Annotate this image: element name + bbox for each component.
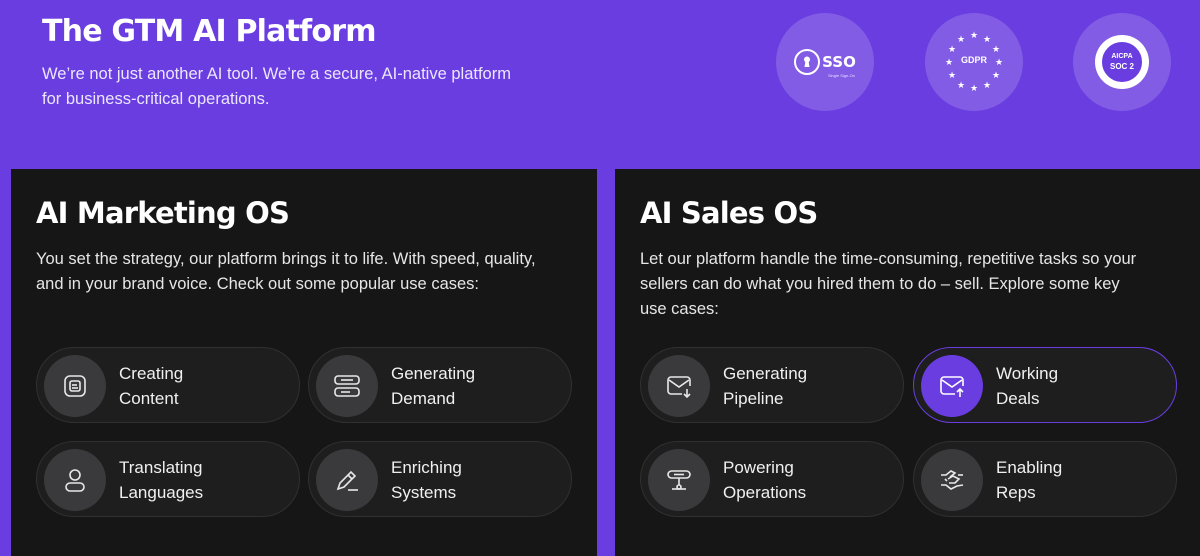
sales-os-panel: AI Sales OS Let our platform handle the … <box>615 169 1200 556</box>
stacked-bars-icon <box>316 355 378 417</box>
soc2-label: SOC 2 <box>1109 62 1134 71</box>
card-label-line2: Systems <box>391 483 457 502</box>
gdpr-label: GDPR <box>960 55 987 65</box>
document-icon <box>44 355 106 417</box>
card-creating-content[interactable]: Creating Content <box>36 347 300 423</box>
card-label-line1: Powering <box>723 458 794 477</box>
card-label-line1: Creating <box>119 364 184 383</box>
keyhole-icon <box>794 49 821 75</box>
card-enriching-systems[interactable]: Enriching Systems <box>308 441 572 517</box>
card-label-line1: Generating <box>391 364 476 383</box>
person-icon <box>44 449 106 511</box>
card-label-line1: Working <box>996 364 1059 383</box>
card-label-line1: Translating <box>119 458 203 477</box>
sales-description: Let our platform handle the time-consumi… <box>640 250 1137 318</box>
gdpr-badge: ★ ★ ★ ★ ★ ★ ★ ★ ★ ★ ★ ★ GDPR <box>925 13 1023 111</box>
card-label-line2: Demand <box>391 389 456 408</box>
mail-down-icon <box>648 355 710 417</box>
marketing-description: You set the strategy, our platform bring… <box>36 250 536 293</box>
eu-stars-icon: ★ ★ ★ ★ ★ ★ ★ ★ ★ ★ ★ ★ GDPR <box>945 30 1004 93</box>
soc2-badge: AICPA SOC 2 <box>1073 13 1171 111</box>
sso-sublabel: Single Sign-On <box>828 73 855 78</box>
card-label-line2: Deals <box>996 389 1040 408</box>
page-title: The GTM AI Platform <box>42 14 376 49</box>
card-label-line2: Pipeline <box>723 389 784 408</box>
card-enabling-reps[interactable]: Enabling Reps <box>913 441 1177 517</box>
mail-up-icon <box>921 355 983 417</box>
card-label-line2: Languages <box>119 483 204 502</box>
card-translating-languages[interactable]: Translating Languages <box>36 441 300 517</box>
card-label-line1: Enabling <box>996 458 1063 477</box>
marketing-title: AI Marketing OS <box>36 196 290 230</box>
sso-badge: SSO Single Sign-On <box>776 13 874 111</box>
hero-section: The GTM AI Platform We’re not just anoth… <box>42 12 602 112</box>
sales-title: AI Sales OS <box>640 196 818 230</box>
card-working-deals[interactable]: Working Deals <box>913 347 1177 423</box>
card-label-line1: Enriching <box>391 458 462 477</box>
card-label-line2: Operations <box>723 483 807 502</box>
card-label-line2: Reps <box>996 483 1036 502</box>
aicpa-label: AICPA <box>1111 53 1133 60</box>
handshake-icon <box>921 449 983 511</box>
marketing-os-panel: AI Marketing OS You set the strategy, ou… <box>11 169 597 556</box>
flow-icon <box>648 449 710 511</box>
card-powering-operations[interactable]: Powering Operations <box>640 441 904 517</box>
page-subtitle: We’re not just another AI tool. We’re a … <box>42 65 511 108</box>
pencil-icon <box>316 449 378 511</box>
card-label-line1: Generating <box>723 364 808 383</box>
card-generating-demand[interactable]: Generating Demand <box>308 347 572 423</box>
card-generating-pipeline[interactable]: Generating Pipeline <box>640 347 904 423</box>
card-label-line2: Content <box>119 389 179 408</box>
sso-label: SSO <box>822 53 856 71</box>
